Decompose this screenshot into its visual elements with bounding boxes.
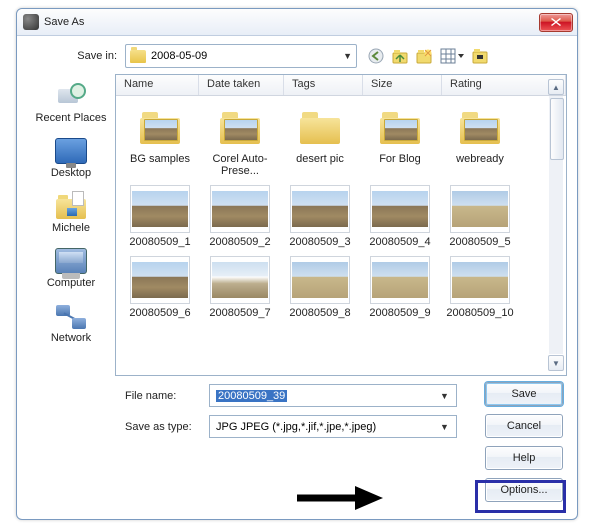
image-thumbnail (130, 256, 190, 304)
sidebar-item-network[interactable]: Network (30, 298, 112, 347)
image-item[interactable]: 20080509_4 (360, 183, 440, 248)
cancel-button[interactable]: Cancel (485, 414, 563, 438)
sidebar-item-user[interactable]: Michele (30, 188, 112, 237)
folder-item[interactable]: desert pic (280, 102, 360, 177)
image-item[interactable]: 20080509_1 (120, 183, 200, 248)
close-button[interactable] (539, 13, 573, 32)
chevron-down-icon: ▼ (343, 51, 352, 61)
new-folder-button[interactable] (415, 47, 433, 65)
options-button[interactable]: Options... (485, 478, 563, 502)
image-item[interactable]: 20080509_7 (200, 254, 280, 319)
item-label: 20080509_9 (369, 307, 430, 319)
scrollbar[interactable]: ▲ ▼ (548, 79, 564, 371)
item-label: 20080509_8 (289, 307, 350, 319)
back-button[interactable] (367, 47, 385, 65)
annotation-arrow (295, 484, 385, 512)
folder-item[interactable]: Corel Auto-Prese... (200, 102, 280, 177)
sidebar-item-recent[interactable]: Recent Places (30, 78, 112, 127)
item-label: Corel Auto-Prese... (202, 153, 278, 177)
filetype-combo[interactable]: JPG JPEG (*.jpg,*.jif,*.jpe,*.jpeg) ▼ (209, 415, 457, 438)
folder-icon (458, 110, 502, 144)
scroll-down-button[interactable]: ▼ (548, 355, 564, 371)
file-list[interactable]: Name Date taken Tags Size Rating BG samp… (115, 74, 567, 376)
preview-button[interactable] (471, 47, 489, 65)
folder-item[interactable]: webready (440, 102, 520, 177)
image-thumbnail (450, 185, 510, 233)
col-name[interactable]: Name (116, 75, 199, 95)
image-thumbnail (450, 256, 510, 304)
filename-label: File name: (125, 390, 209, 402)
chevron-down-icon: ▼ (437, 391, 452, 401)
item-label: 20080509_1 (129, 236, 190, 248)
item-label: BG samples (130, 153, 190, 165)
item-label: For Blog (379, 153, 421, 165)
folder-icon (298, 110, 342, 144)
item-label: 20080509_4 (369, 236, 430, 248)
image-item[interactable]: 20080509_5 (440, 183, 520, 248)
scroll-up-button[interactable]: ▲ (548, 79, 564, 95)
image-item[interactable]: 20080509_2 (200, 183, 280, 248)
column-headers[interactable]: Name Date taken Tags Size Rating (116, 75, 566, 96)
image-thumbnail (130, 185, 190, 233)
image-thumbnail (210, 185, 270, 233)
image-item[interactable]: 20080509_9 (360, 254, 440, 319)
save-in-label: Save in: (27, 50, 125, 62)
col-size[interactable]: Size (363, 75, 442, 95)
filename-value: 20080509_39 (216, 390, 287, 402)
help-button[interactable]: Help (485, 446, 563, 470)
places-sidebar: Recent Places Desktop Michele Computer N… (27, 74, 115, 376)
image-thumbnail (290, 256, 350, 304)
sidebar-item-computer[interactable]: Computer (30, 243, 112, 292)
item-label: 20080509_2 (209, 236, 270, 248)
image-thumbnail (370, 185, 430, 233)
item-label: 20080509_3 (289, 236, 350, 248)
image-item[interactable]: 20080509_3 (280, 183, 360, 248)
image-thumbnail (370, 256, 430, 304)
folder-icon (378, 110, 422, 144)
save-in-value: 2008-05-09 (151, 50, 207, 62)
item-label: 20080509_10 (446, 307, 513, 319)
views-button[interactable] (439, 47, 465, 65)
filetype-value: JPG JPEG (*.jpg,*.jif,*.jpe,*.jpeg) (216, 421, 376, 433)
item-label: desert pic (296, 153, 344, 165)
folder-icon (218, 110, 262, 144)
sidebar-item-desktop[interactable]: Desktop (30, 133, 112, 182)
chevron-down-icon: ▼ (437, 422, 452, 432)
filetype-label: Save as type: (125, 421, 209, 433)
folder-icon (138, 110, 182, 144)
save-in-row: Save in: 2008-05-09 ▼ (27, 44, 567, 68)
folder-icon (130, 50, 146, 63)
image-item[interactable]: 20080509_8 (280, 254, 360, 319)
up-button[interactable] (391, 47, 409, 65)
filename-combo[interactable]: 20080509_39 ▼ (209, 384, 457, 407)
item-label: 20080509_6 (129, 307, 190, 319)
save-in-combo[interactable]: 2008-05-09 ▼ (125, 44, 357, 68)
item-label: webready (456, 153, 504, 165)
image-item[interactable]: 20080509_6 (120, 254, 200, 319)
col-tags[interactable]: Tags (284, 75, 363, 95)
scroll-thumb[interactable] (550, 98, 564, 160)
image-item[interactable]: 20080509_10 (440, 254, 520, 319)
save-as-dialog: Save As Save in: 2008-05-09 ▼ Recent Pla (16, 8, 578, 520)
scroll-track[interactable] (549, 96, 563, 354)
item-label: 20080509_5 (449, 236, 510, 248)
window-title: Save As (44, 16, 539, 28)
titlebar[interactable]: Save As (17, 9, 577, 36)
folder-item[interactable]: BG samples (120, 102, 200, 177)
image-thumbnail (290, 185, 350, 233)
toolbar (367, 47, 489, 65)
save-button[interactable]: Save (485, 382, 563, 406)
item-label: 20080509_7 (209, 307, 270, 319)
app-icon (23, 14, 39, 30)
folder-item[interactable]: For Blog (360, 102, 440, 177)
col-date[interactable]: Date taken (199, 75, 284, 95)
image-thumbnail (210, 256, 270, 304)
